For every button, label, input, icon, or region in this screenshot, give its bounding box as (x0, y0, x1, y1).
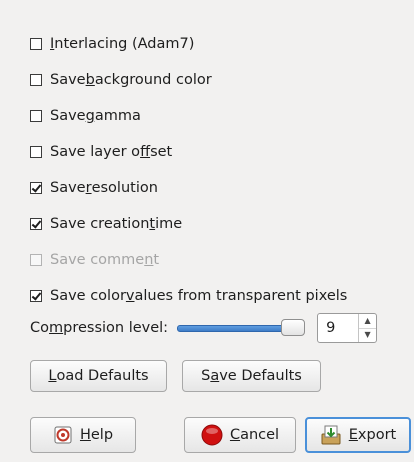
compression-value[interactable]: 9 (318, 320, 358, 336)
slider-handle[interactable] (281, 319, 306, 336)
png-export-dialog: Interlacing (Adam7) Save b ackground colo… (0, 0, 414, 462)
save-creation-time-checkbox[interactable]: Save creation t ime (30, 206, 410, 242)
checkbox-box-checked (30, 218, 42, 230)
save-resolution-checkbox[interactable]: Save r esolution (30, 170, 410, 206)
interlacing-checkbox[interactable]: Interlacing (Adam7) (30, 26, 410, 62)
save-defaults-button[interactable]: Sa ve Defaults (182, 360, 321, 392)
checkbox-box (30, 38, 42, 50)
options-list: Interlacing (Adam7) Save b ackground colo… (30, 26, 410, 314)
checkbox-box-disabled (30, 254, 42, 266)
spin-arrows: ▲ ▼ (358, 314, 377, 343)
checkbox-box (30, 110, 42, 122)
export-icon (320, 424, 342, 446)
cancel-button[interactable]: Cancel (184, 417, 296, 453)
load-defaults-button[interactable]: Load Defaults (30, 360, 167, 392)
save-gamma-checkbox[interactable]: Save g amma (30, 98, 410, 134)
checkbox-box (30, 146, 42, 158)
cancel-icon (201, 424, 223, 446)
help-button[interactable]: Help (30, 417, 136, 453)
export-button[interactable]: Export (305, 417, 411, 453)
checkbox-box (30, 74, 42, 86)
save-background-color-checkbox[interactable]: Save b ackground color (30, 62, 410, 98)
compression-spinbutton[interactable]: 9 ▲ ▼ (317, 313, 378, 343)
help-icon (53, 425, 73, 445)
compression-slider[interactable] (177, 318, 309, 338)
save-layer-offset-checkbox[interactable]: Save layer o ff set (30, 134, 410, 170)
compression-level-label: Compression level: (30, 320, 169, 336)
save-comment-checkbox: Save comme n t (30, 242, 410, 278)
compression-level-row: Compression level: 9 ▲ ▼ (30, 312, 378, 344)
checkbox-box-checked (30, 290, 42, 302)
spin-down-icon[interactable]: ▼ (359, 327, 377, 343)
save-transparent-color-values-checkbox[interactable]: Save color v alues from transparent pixel… (30, 278, 410, 314)
checkbox-box-checked (30, 182, 42, 194)
spin-up-icon[interactable]: ▲ (359, 314, 376, 328)
